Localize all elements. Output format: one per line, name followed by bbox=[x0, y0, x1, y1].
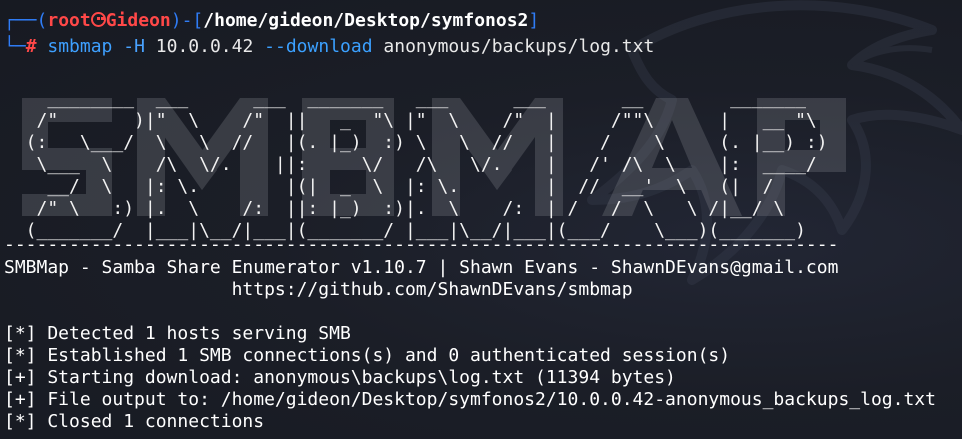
ascii-line: __/ \ |: \. |(| _ \ |: \. | // __' \ (| … bbox=[4, 176, 774, 197]
command-line[interactable]: └─# smbmap -H 10.0.0.42 --download anony… bbox=[4, 36, 654, 58]
ascii-line: /" \ :) |. \ /: ||: |_) :)|. \ /: | / / … bbox=[4, 198, 785, 219]
prompt-host: Gideon bbox=[105, 10, 171, 31]
command-host-ip: 10.0.0.42 bbox=[155, 36, 254, 57]
ascii-line: \___ \ /\ \/. ||: \/ /\ \/. | /' /\ \ |:… bbox=[4, 154, 817, 175]
ascii-line: /" )|" \ /" || _ "\ |" \ /" | /""\ | __ … bbox=[4, 110, 817, 131]
banner-title: SMBMap - Samba Share Enumerator v1.10.7 … bbox=[4, 257, 839, 278]
prompt-user: root bbox=[47, 10, 91, 31]
prompt-symbol: # bbox=[25, 36, 37, 57]
banner-url: https://github.com/ShawnDEvans/smbmap bbox=[4, 279, 633, 300]
output-line: [*] Detected 1 hosts serving SMB bbox=[4, 323, 351, 344]
prompt-line-1: ┌──(root Gideon)-[/home/gideon/Desktop/sy… bbox=[4, 10, 539, 32]
ascii-line: ________ ___ ___ _______ ___ ___ __ ____… bbox=[4, 88, 806, 109]
prompt-cwd: /home/gideon/Desktop/symfonos2 bbox=[203, 10, 529, 31]
output-line: [*] Closed 1 connections bbox=[4, 411, 265, 432]
command-program: smbmap bbox=[47, 36, 113, 57]
output-line: [*] Established 1 SMB connections(s) and… bbox=[4, 345, 731, 366]
command-target: anonymous/backups/log.txt bbox=[383, 36, 655, 57]
prompt-frame-top: ┌──( bbox=[4, 10, 48, 31]
output-line: [+] Starting download: anonymous\backups… bbox=[4, 367, 676, 388]
output-line: [+] File output to: /home/gideon/Desktop… bbox=[4, 389, 936, 410]
prompt-separator: )-[ bbox=[170, 10, 204, 31]
prompt-bracket-close: ] bbox=[528, 10, 540, 31]
command-flag-download: --download bbox=[264, 36, 373, 57]
ascii-banner: ________ ___ ___ _______ ___ ___ __ ____… bbox=[4, 88, 828, 242]
prompt-frame-bottom: └─ bbox=[4, 36, 26, 57]
skull-icon bbox=[90, 12, 106, 27]
banner-separator: ----------------------------------------… bbox=[4, 234, 839, 255]
command-flag-host: -H bbox=[123, 36, 145, 57]
ascii-line: (: \___/ \ \ // |(. |_) :) \ \ // | / \ … bbox=[4, 132, 828, 153]
terminal-window[interactable]: ┌──(root Gideon)-[/home/gideon/Desktop/sy… bbox=[0, 0, 962, 439]
